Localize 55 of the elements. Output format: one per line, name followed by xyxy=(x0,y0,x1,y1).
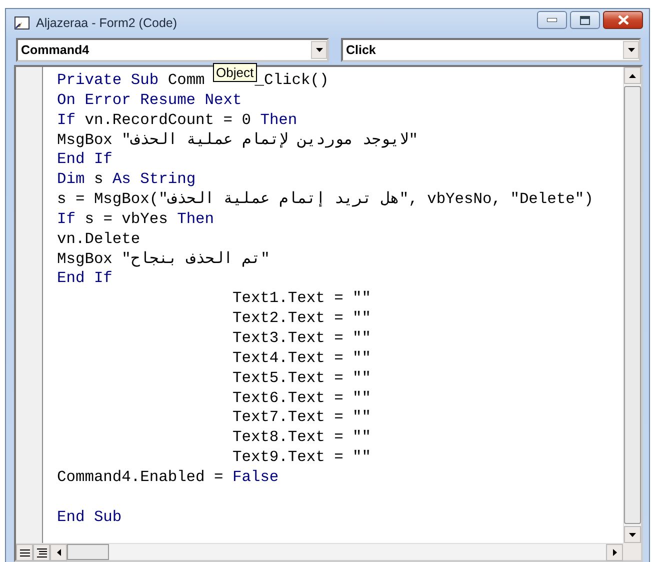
code-keyword: False xyxy=(232,468,279,486)
code-text: Comm xyxy=(168,71,205,89)
code-text: Text5.Text = "" xyxy=(232,368,372,387)
maximize-button[interactable] xyxy=(570,11,600,29)
code-keyword: If xyxy=(57,110,76,129)
full-module-view-button[interactable] xyxy=(33,544,50,561)
horizontal-scrollbar[interactable] xyxy=(50,544,623,560)
procedure-view-button[interactable] xyxy=(16,544,33,561)
lines-icon xyxy=(36,548,46,558)
code-keyword: Private Sub xyxy=(57,71,160,89)
code-text: MsgBox "تم الحذف بنجاح" xyxy=(57,250,270,268)
caret-icon xyxy=(628,48,634,52)
code-text: s = MsgBox("هل تريد إتمام عملية الحذف", vbYesNo, "Delete") xyxy=(57,190,594,208)
code-keyword: Dim xyxy=(57,170,86,188)
maximize-icon xyxy=(580,16,590,24)
scroll-down-icon xyxy=(629,532,636,536)
code-keyword: Then xyxy=(177,210,214,228)
caret-icon xyxy=(316,48,322,52)
code-keyword: End Sub xyxy=(57,508,122,526)
scroll-left-icon xyxy=(56,549,60,556)
lines-icon xyxy=(20,548,30,556)
code-text: Text6.Text = "" xyxy=(232,388,372,406)
form-icon xyxy=(14,16,30,30)
code-text: Text8.Text = "" xyxy=(232,428,372,446)
code-text: Text9.Text = "" xyxy=(232,448,372,466)
scroll-thumb[interactable] xyxy=(67,544,109,560)
code-text: Text3.Text = "" xyxy=(232,328,372,347)
close-icon xyxy=(618,15,628,25)
code-keyword: If xyxy=(57,210,76,228)
minimize-button[interactable] xyxy=(537,11,567,29)
code-text: Command4.Enabled = xyxy=(57,468,224,486)
code-keyword: End If xyxy=(57,150,112,168)
code-keyword: Then xyxy=(260,110,298,129)
code-keyword: As String xyxy=(112,170,196,188)
code-text: Text7.Text = "" xyxy=(232,408,372,426)
minimize-icon xyxy=(547,18,557,22)
code-text: Text1.Text = "" xyxy=(232,289,372,308)
code-text: s = vbYes xyxy=(84,210,169,228)
tooltip: Object xyxy=(213,63,257,82)
object-dropdown[interactable]: Command4 xyxy=(16,38,329,62)
scroll-up-icon xyxy=(629,74,636,78)
code-text: _Click() xyxy=(254,71,329,89)
code-text: Text4.Text = "" xyxy=(232,348,372,367)
window-title: Aljazeraa - Form2 (Code) xyxy=(36,16,178,30)
code-keyword: On Error Resume Next xyxy=(57,90,242,109)
procedure-dropdown[interactable]: Click xyxy=(341,38,641,62)
code-text: s xyxy=(94,170,104,188)
close-button[interactable] xyxy=(603,11,643,29)
scroll-right-icon xyxy=(612,549,616,556)
code-text: Text2.Text = "" xyxy=(232,309,372,328)
code-text: vn.Delete xyxy=(57,230,140,248)
size-grip[interactable] xyxy=(623,543,641,560)
code-text: vn.RecordCount = 0 xyxy=(84,110,252,129)
code-text: MsgBox "لايوجد موردين لإتمام عملية الحذف" xyxy=(57,130,418,149)
code-keyword: End If xyxy=(57,269,112,288)
